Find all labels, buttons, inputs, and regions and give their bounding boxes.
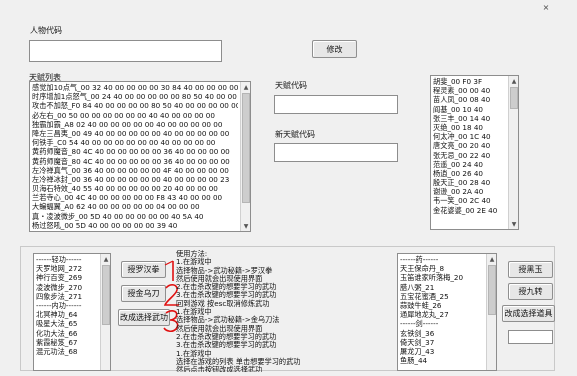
instructions: 使用方法: 1.在游戏中 选择物品->武功秘籍->罗汉拳 然后使用就会出现使用界面 2.… xyxy=(176,250,391,372)
character-list-item[interactable]: 程灵素_00 00 40 xyxy=(433,86,506,95)
item-list-item[interactable]: 天王保命丹_8 xyxy=(400,264,484,273)
talent-list-item[interactable]: 必左右_00 50 00 00 00 00 00 00 40 40 00 00 … xyxy=(32,111,238,120)
character-list-item[interactable]: 殷天正_00 28 40 xyxy=(433,178,506,187)
item-list-item[interactable]: 鱼肠_44 xyxy=(400,356,484,365)
talent-list[interactable]: 感觉加10点气_00 32 40 00 00 00 00 30 84 40 00… xyxy=(29,81,251,232)
skill-list-item[interactable]: 凌波微步_270 xyxy=(36,283,98,292)
item-list-item[interactable]: 五宝花蜜酒_25 xyxy=(400,292,484,301)
character-list-item[interactable]: 苗人凤_00 08 40 xyxy=(433,95,506,104)
character-list-scrollbar[interactable]: ▲ ▼ xyxy=(508,76,518,229)
talent-list-item[interactable]: 贝海石特效_40 55 40 00 00 00 00 00 20 40 00 0… xyxy=(32,184,238,193)
close-icon[interactable]: × xyxy=(540,2,552,12)
item-list-item[interactable]: ------剑------ xyxy=(400,319,484,328)
teach-nine-turns-button[interactable]: 授九转 xyxy=(508,283,553,300)
talent-list-item[interactable]: 感觉加10点气_00 32 40 00 00 00 00 30 84 40 00… xyxy=(32,83,238,92)
talent-list-item[interactable]: 黄药师魔音_80 4C 40 00 00 00 00 00 36 40 00 0… xyxy=(32,157,238,166)
instruction-line: 然后点击按钮改成选择武功 xyxy=(176,365,263,372)
skill-list-item[interactable]: ------轻功------ xyxy=(36,255,98,264)
character-list-item[interactable]: 胡斐_00 F0 3F xyxy=(433,77,506,86)
edit-button[interactable]: 修改 xyxy=(312,40,357,58)
item-list-item[interactable]: 屠龙刀_43 xyxy=(400,347,484,356)
skills-list-scrollbar[interactable]: ▲ xyxy=(100,254,110,370)
character-list-item[interactable]: 张三丰_00 14 40 xyxy=(433,114,506,123)
skill-list-item[interactable]: 化功大法_66 xyxy=(36,329,98,338)
skill-list-item[interactable]: 北冥神功_64 xyxy=(36,310,98,319)
talent-code-label: 天赋代码 xyxy=(275,81,307,90)
talent-code-input[interactable] xyxy=(274,95,398,114)
talent-list-item[interactable]: 时序增加1点怒气_00 24 40 00 00 00 00 00 80 50 4… xyxy=(32,92,238,101)
skills-list[interactable]: ------轻功------ 天罗地网_272 神行百变_269 凌波微步_270 四象… xyxy=(33,253,111,371)
character-list-item[interactable]: 张无忌_00 22 40 xyxy=(433,151,506,160)
skill-list-item[interactable]: 紫霞秘笈_67 xyxy=(36,338,98,347)
skill-list-item[interactable]: 吸星大法_65 xyxy=(36,319,98,328)
skill-list-item[interactable]: 神行百变_269 xyxy=(36,273,98,282)
talent-list-item[interactable]: 左冷禅真气_00 36 40 00 00 00 00 00 4F 40 00 0… xyxy=(32,166,238,175)
talent-list-item[interactable]: 独霸加霸_A8 02 40 00 00 00 00 00 40 00 00 00… xyxy=(32,120,238,129)
talent-list-item[interactable]: 大蝙蝠翼_A0 62 40 00 00 00 00 00 04 00 00 00 xyxy=(32,202,238,211)
character-list-item[interactable]: 杨逍_00 26 40 xyxy=(433,169,506,178)
talent-list-item[interactable]: 攻击不加怒_F0 84 40 00 00 00 00 80 50 40 00 0… xyxy=(32,101,238,110)
skill-list-item[interactable]: ------内功------ xyxy=(36,301,98,310)
talent-list-item[interactable]: 真・凌波微步_00 5D 40 00 00 00 00 00 40 5A 40 xyxy=(32,212,238,221)
items-list[interactable]: ------药------ 天王保命丹_8 玉笛谁家听落梅_20 腊八粥_21 五宝花蜜… xyxy=(397,253,497,371)
new-talent-code-input[interactable] xyxy=(274,143,398,162)
talent-list-item[interactable]: 降左三昌夷_00 49 40 00 00 00 00 00 40 00 00 0… xyxy=(32,129,238,138)
item-list-item[interactable]: 倚天剑_37 xyxy=(400,338,484,347)
item-list-item[interactable]: 玄铁剑_36 xyxy=(400,329,484,338)
teach-black-jade-button[interactable]: 授黑玉 xyxy=(508,261,553,278)
talent-list-item[interactable]: 黄药师魔音_80 4C 40 00 00 00 00 00 36 40 00 0… xyxy=(32,147,238,156)
character-list-item[interactable]: 灭绝_00 18 40 xyxy=(433,123,506,132)
talent-list-scrollbar[interactable]: ▲ ▼ xyxy=(240,82,250,231)
item-list-item[interactable]: 玉笛谁家听落梅_20 xyxy=(400,273,484,282)
item-list-item[interactable]: 蒜豉牛蛙_26 xyxy=(400,301,484,310)
character-list[interactable]: 胡斐_00 F0 3F 程灵素_00 00 40 苗人凤_00 08 40 阎基_00… xyxy=(430,75,519,230)
talent-list-item[interactable]: 兰若寺心_00 4C 40 00 00 00 00 00 F8 43 40 00… xyxy=(32,193,238,202)
skill-list-item[interactable]: 混元功法_68 xyxy=(36,347,98,356)
character-list-item[interactable]: 范遥_00 24 40 xyxy=(433,160,506,169)
select-item-button[interactable]: 改成选择道具 xyxy=(502,305,555,322)
talent-list-item[interactable]: 左冷禅冰封_00 36 40 00 00 00 00 00 40 00 00 0… xyxy=(32,175,238,184)
skill-list-item[interactable]: 天罗地网_272 xyxy=(36,264,98,273)
character-list-item[interactable]: 何太冲_00 1C 40 xyxy=(433,132,506,141)
item-list-item[interactable]: 腊八粥_21 xyxy=(400,283,484,292)
talent-list-item[interactable]: 杨过怒吼_00 5D 40 00 00 00 00 00 39 40 xyxy=(32,221,238,230)
character-list-item[interactable]: 韦一笑_00 2C 40 xyxy=(433,196,506,205)
character-list-item[interactable]: 唐文亮_00 20 40 xyxy=(433,141,506,150)
item-list-item[interactable]: 通犀地龙丸_27 xyxy=(400,310,484,319)
talent-list-item[interactable]: 何铁手_C0 54 40 00 00 00 00 00 00 40 00 00 … xyxy=(32,138,238,147)
items-list-scrollbar[interactable]: ▲ xyxy=(486,254,496,370)
char-code-label: 人物代码 xyxy=(30,26,62,35)
skill-list-item[interactable]: 四象步法_271 xyxy=(36,292,98,301)
character-list-item[interactable]: 阎基_00 10 40 xyxy=(433,105,506,114)
character-list-item[interactable]: 金花婆婆_00 2E 40 xyxy=(433,206,506,215)
character-list-item[interactable]: 谢逊_00 2A 40 xyxy=(433,187,506,196)
char-code-input[interactable] xyxy=(29,40,222,62)
new-talent-code-label: 新天赋代码 xyxy=(275,130,315,139)
item-list-item[interactable]: ------药------ xyxy=(400,255,484,264)
item-id-input[interactable] xyxy=(508,330,553,344)
